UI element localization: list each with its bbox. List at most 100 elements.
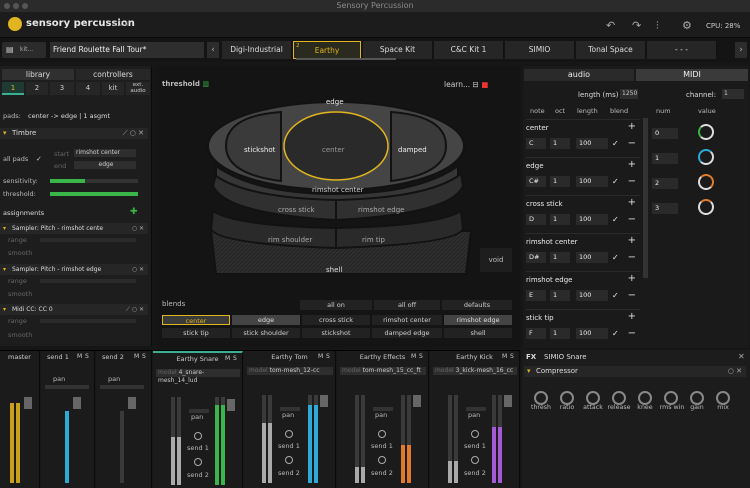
send2-knob[interactable] (378, 456, 386, 464)
blend-stick-tip[interactable]: stick tip (162, 328, 230, 338)
start-select[interactable]: rimshot center (74, 149, 136, 157)
tab-controllers[interactable]: controllers (76, 69, 150, 80)
sensitivity-slider[interactable] (50, 179, 138, 183)
pan-slider[interactable] (373, 407, 393, 411)
oct-select[interactable]: 1 (550, 176, 570, 187)
length-input[interactable]: 1250 (620, 89, 638, 99)
blend-damped-edge[interactable]: damped edge (372, 328, 442, 338)
range-slider[interactable] (40, 238, 136, 242)
midi-row[interactable]: rimshot center + D# 1 100 ✓ − (526, 233, 640, 267)
note-select[interactable]: E (526, 290, 546, 301)
midi-scrollbar[interactable] (643, 118, 648, 278)
kit-tab-6[interactable]: Tonal Space (576, 41, 646, 59)
mixer-icon[interactable]: ⫶ (656, 19, 659, 33)
note-select[interactable]: D# (526, 252, 546, 263)
oct-select[interactable]: 1 (550, 252, 570, 263)
channel-fader[interactable] (413, 395, 421, 407)
master-fader[interactable] (24, 397, 32, 409)
midi-row[interactable]: rimshot edge + E 1 100 ✓ − (526, 271, 640, 305)
add-icon[interactable]: + (628, 197, 636, 208)
kit-next-arrow[interactable]: › (735, 42, 747, 58)
oct-select[interactable]: 1 (550, 138, 570, 149)
remove-icon[interactable]: − (628, 176, 636, 187)
ratio-knob[interactable] (560, 391, 574, 405)
cc-num-select[interactable]: 0 (652, 128, 678, 139)
cc-value-knob[interactable] (698, 149, 714, 165)
threshold-slider[interactable] (50, 192, 138, 196)
cc-num-select[interactable]: 1 (652, 153, 678, 164)
note-select[interactable]: F (526, 328, 546, 339)
range-slider[interactable] (40, 319, 136, 323)
add-icon[interactable]: + (628, 235, 636, 246)
midi-row[interactable]: cross stick + D 1 100 ✓ − (526, 195, 640, 229)
remove-icon[interactable]: − (628, 214, 636, 225)
blend-check-icon[interactable]: ✓ (612, 252, 621, 263)
blend-check-icon[interactable]: ✓ (612, 328, 621, 339)
blend-check-icon[interactable]: ✓ (612, 290, 621, 301)
solo-button[interactable]: S (326, 353, 330, 360)
assignment-1-controls-icon[interactable]: ○ ✕ (132, 223, 144, 234)
send1-knob[interactable] (285, 430, 293, 438)
sample-select[interactable]: model 4_snare-mesh_14_lud (156, 369, 240, 384)
release-knob[interactable] (612, 391, 626, 405)
add-icon[interactable]: + (628, 159, 636, 170)
tab-library[interactable]: library (2, 69, 74, 80)
cc-num-select[interactable]: 2 (652, 178, 678, 189)
blend-check-icon[interactable]: ✓ (612, 138, 621, 149)
sample-select[interactable]: model 3_kick-mesh_16_cc (433, 367, 517, 375)
pan-slider[interactable] (45, 385, 89, 389)
note-select[interactable]: C (526, 138, 546, 149)
send2-fader[interactable] (128, 397, 136, 409)
pad-tab-4[interactable]: 4 (76, 82, 100, 95)
remove-icon[interactable]: − (628, 252, 636, 263)
cc-row[interactable]: 3 (652, 199, 746, 223)
assignment-2-controls-icon[interactable]: ○ ✕ (132, 264, 144, 275)
tab-audio[interactable]: audio (524, 69, 634, 81)
oct-select[interactable]: 1 (550, 214, 570, 225)
add-icon[interactable]: + (628, 311, 636, 322)
pad-tab-2[interactable]: 2 (26, 82, 48, 95)
tab-midi[interactable]: MIDI (636, 69, 748, 81)
blend-rimshot-center[interactable]: rimshot center (372, 315, 442, 325)
cc-row[interactable]: 0 (652, 124, 746, 148)
channel-earthy-effects[interactable]: Earthy Effects M S model tom-mesh_15_cc_ft… (337, 351, 429, 488)
cc-row[interactable]: 1 (652, 149, 746, 173)
gain-knob[interactable] (690, 391, 704, 405)
assignment-3-controls-icon[interactable]: ⟋ ○ ✕ (126, 304, 144, 315)
pad-tab-1[interactable]: 1 (2, 82, 24, 95)
blend-check-icon[interactable]: ✓ (612, 176, 621, 187)
remove-icon[interactable]: − (628, 328, 636, 339)
kit-prev-arrow[interactable]: ‹ (207, 42, 219, 58)
assignment-1[interactable]: Sampler: Pitch - rimshot cente ○ ✕ (0, 223, 148, 234)
sample-select[interactable]: model tom-mesh_15_cc_ft (340, 367, 426, 375)
send2-knob[interactable] (285, 456, 293, 464)
oct-select[interactable]: 1 (550, 290, 570, 301)
pan-slider[interactable] (466, 407, 486, 411)
blend-stick-shoulder[interactable]: stick shoulder (232, 328, 300, 338)
length-field[interactable]: 100 (576, 328, 608, 339)
compressor-controls-icon[interactable]: ○ ✕ (728, 366, 742, 377)
send2-knob[interactable] (471, 456, 479, 464)
remove-icon[interactable]: − (628, 290, 636, 301)
mute-button[interactable]: M (77, 353, 82, 360)
blend-stickshot[interactable]: stickshot (302, 328, 370, 338)
send1-knob[interactable] (378, 430, 386, 438)
channel-fader[interactable] (320, 395, 328, 407)
send1-knob[interactable] (471, 430, 479, 438)
range-slider[interactable] (40, 279, 136, 283)
add-assignment-icon[interactable]: ✚ (130, 207, 138, 217)
kit-tab-4[interactable]: C&C Kit 1 (434, 41, 504, 59)
channel-select[interactable]: 1 (722, 89, 744, 99)
blend-center[interactable]: center (162, 315, 230, 325)
assignment-3[interactable]: Midi CC: CC 0 ⟋ ○ ✕ (0, 304, 148, 315)
pad-tab-kit[interactable]: kit (102, 82, 124, 95)
undo-icon[interactable]: ↶ (606, 19, 615, 32)
blend-shell[interactable]: shell (444, 328, 512, 338)
kit-tab-5[interactable]: SIMIO (505, 41, 575, 59)
redo-icon[interactable]: ↷ (632, 19, 641, 32)
pad-tab-3[interactable]: 3 (50, 82, 74, 95)
kit-name[interactable]: Friend Roulette Fall Tour* (50, 42, 204, 58)
knee-knob[interactable] (638, 391, 652, 405)
channel-earthy-tom[interactable]: Earthy Tom M S model tom-mesh_12-cc pan se… (244, 351, 336, 488)
cc-value-knob[interactable] (698, 174, 714, 190)
